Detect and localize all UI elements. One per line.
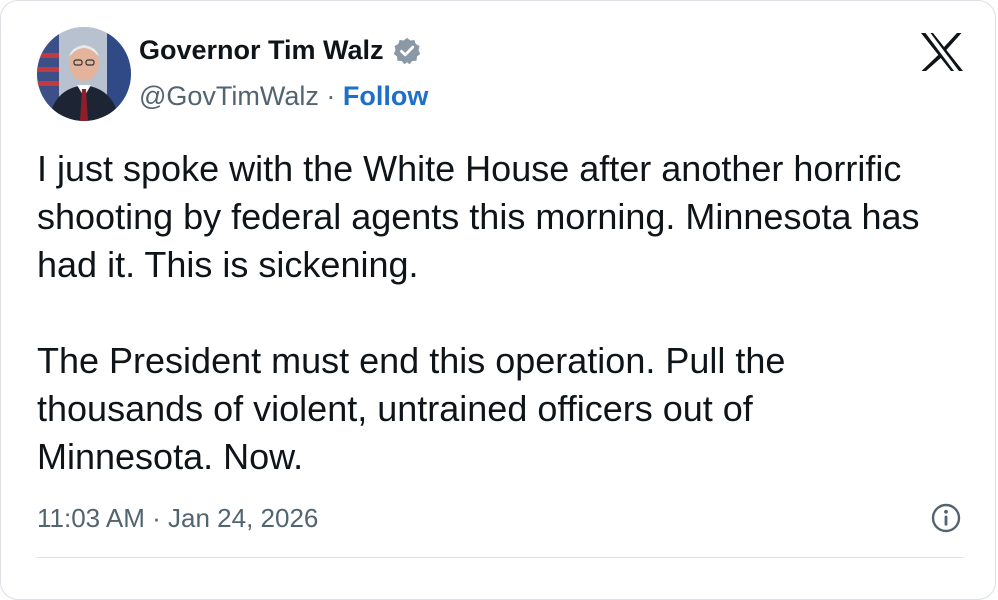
author-handle[interactable]: @GovTimWalz [139, 81, 319, 111]
info-icon[interactable] [930, 502, 962, 534]
author-name-row: Governor Tim Walz [139, 35, 422, 66]
avatar-photo [37, 27, 131, 121]
divider [37, 557, 963, 558]
author-name[interactable]: Governor Tim Walz [139, 35, 384, 66]
x-logo-icon[interactable] [919, 31, 965, 73]
tweet-paragraph-1: I just spoke with the White House after … [37, 148, 920, 285]
tweet-paragraph-2: The President must end this operation. P… [37, 340, 786, 477]
verified-badge-icon [393, 37, 420, 64]
follow-button[interactable]: Follow [343, 81, 428, 111]
avatar[interactable] [37, 27, 131, 121]
tweet-timestamp[interactable]: 11:03 AM · Jan 24, 2026 [37, 503, 318, 534]
handle-separator: · [318, 81, 343, 111]
tweet-card: Governor Tim Walz @GovTimWalz · Follow I… [0, 0, 996, 600]
tweet-text: I just spoke with the White House after … [37, 145, 937, 481]
handle-row: @GovTimWalz · Follow [139, 81, 428, 112]
